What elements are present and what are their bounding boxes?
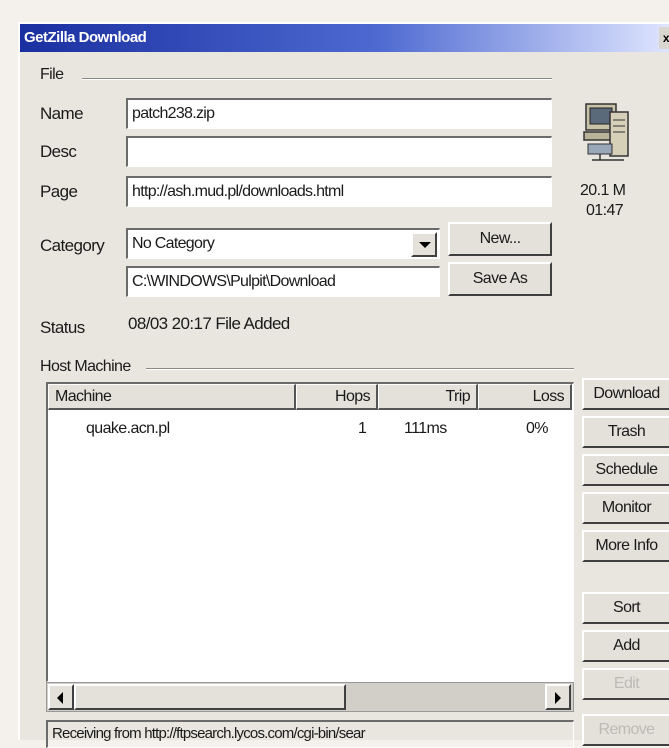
trash-button[interactable]: Trash bbox=[582, 416, 669, 448]
remove-button[interactable]: Remove bbox=[582, 714, 669, 746]
schedule-button[interactable]: Schedule bbox=[582, 454, 669, 486]
name-field[interactable]: patch238.zip bbox=[126, 98, 552, 129]
category-value: No Category bbox=[132, 235, 215, 252]
file-group-label: File bbox=[40, 66, 64, 83]
row-loss: 0% bbox=[526, 420, 549, 437]
horizontal-scrollbar[interactable] bbox=[46, 682, 574, 712]
status-value: 08/03 20:17 File Added bbox=[128, 314, 290, 333]
window-title: GetZilla Download bbox=[24, 29, 147, 46]
save-as-button[interactable]: Save As bbox=[448, 262, 552, 296]
page-field[interactable]: http://ash.mud.pl/downloads.html bbox=[126, 176, 552, 207]
file-size: 20.1 M bbox=[580, 182, 626, 199]
file-time: 01:47 bbox=[586, 202, 624, 219]
host-machine-list[interactable]: Machine Hops Trip Loss quake.acn.pl 1 11… bbox=[46, 382, 574, 682]
save-path-field[interactable]: C:\WINDOWS\Pulpit\Download bbox=[126, 266, 440, 297]
download-button[interactable]: Download bbox=[582, 378, 669, 410]
more-info-button[interactable]: More Info bbox=[582, 530, 669, 562]
column-header-hops[interactable]: Hops bbox=[296, 384, 378, 410]
row-hops: 1 bbox=[358, 420, 367, 437]
column-header-trip[interactable]: Trip bbox=[378, 384, 478, 410]
host-group-label: Host Machine bbox=[40, 358, 131, 375]
table-row[interactable]: quake.acn.pl 1 111ms 0% bbox=[48, 418, 572, 442]
desc-label: Desc bbox=[40, 142, 77, 161]
page-label: Page bbox=[40, 182, 78, 201]
row-machine: quake.acn.pl bbox=[86, 420, 170, 437]
column-header-machine[interactable]: Machine bbox=[48, 384, 296, 410]
close-icon[interactable]: x bbox=[659, 27, 669, 49]
status-label: Status bbox=[40, 318, 85, 337]
column-header-loss[interactable]: Loss bbox=[478, 384, 572, 410]
desc-field[interactable] bbox=[126, 136, 552, 167]
category-label: Category bbox=[40, 236, 105, 255]
monitor-button[interactable]: Monitor bbox=[582, 492, 669, 524]
name-label: Name bbox=[40, 104, 84, 123]
new-button[interactable]: New... bbox=[448, 222, 552, 256]
scroll-left-icon[interactable] bbox=[48, 684, 74, 710]
chevron-down-icon[interactable] bbox=[411, 232, 437, 257]
download-window: GetZilla Download x File Name patch238.z… bbox=[18, 22, 669, 748]
row-trip: 111ms bbox=[404, 420, 447, 437]
scroll-right-icon[interactable] bbox=[545, 684, 571, 710]
add-button[interactable]: Add bbox=[582, 630, 669, 662]
title-bar[interactable]: GetZilla Download x bbox=[20, 24, 669, 52]
file-group-divider bbox=[82, 78, 552, 80]
host-group-divider bbox=[146, 368, 574, 370]
computer-icon bbox=[580, 102, 634, 164]
status-bar: Receiving from http://ftpsearch.lycos.co… bbox=[46, 720, 574, 748]
edit-button[interactable]: Edit bbox=[582, 668, 669, 700]
sort-button[interactable]: Sort bbox=[582, 592, 669, 624]
scroll-thumb[interactable] bbox=[74, 684, 346, 710]
category-select[interactable]: No Category bbox=[126, 228, 440, 259]
